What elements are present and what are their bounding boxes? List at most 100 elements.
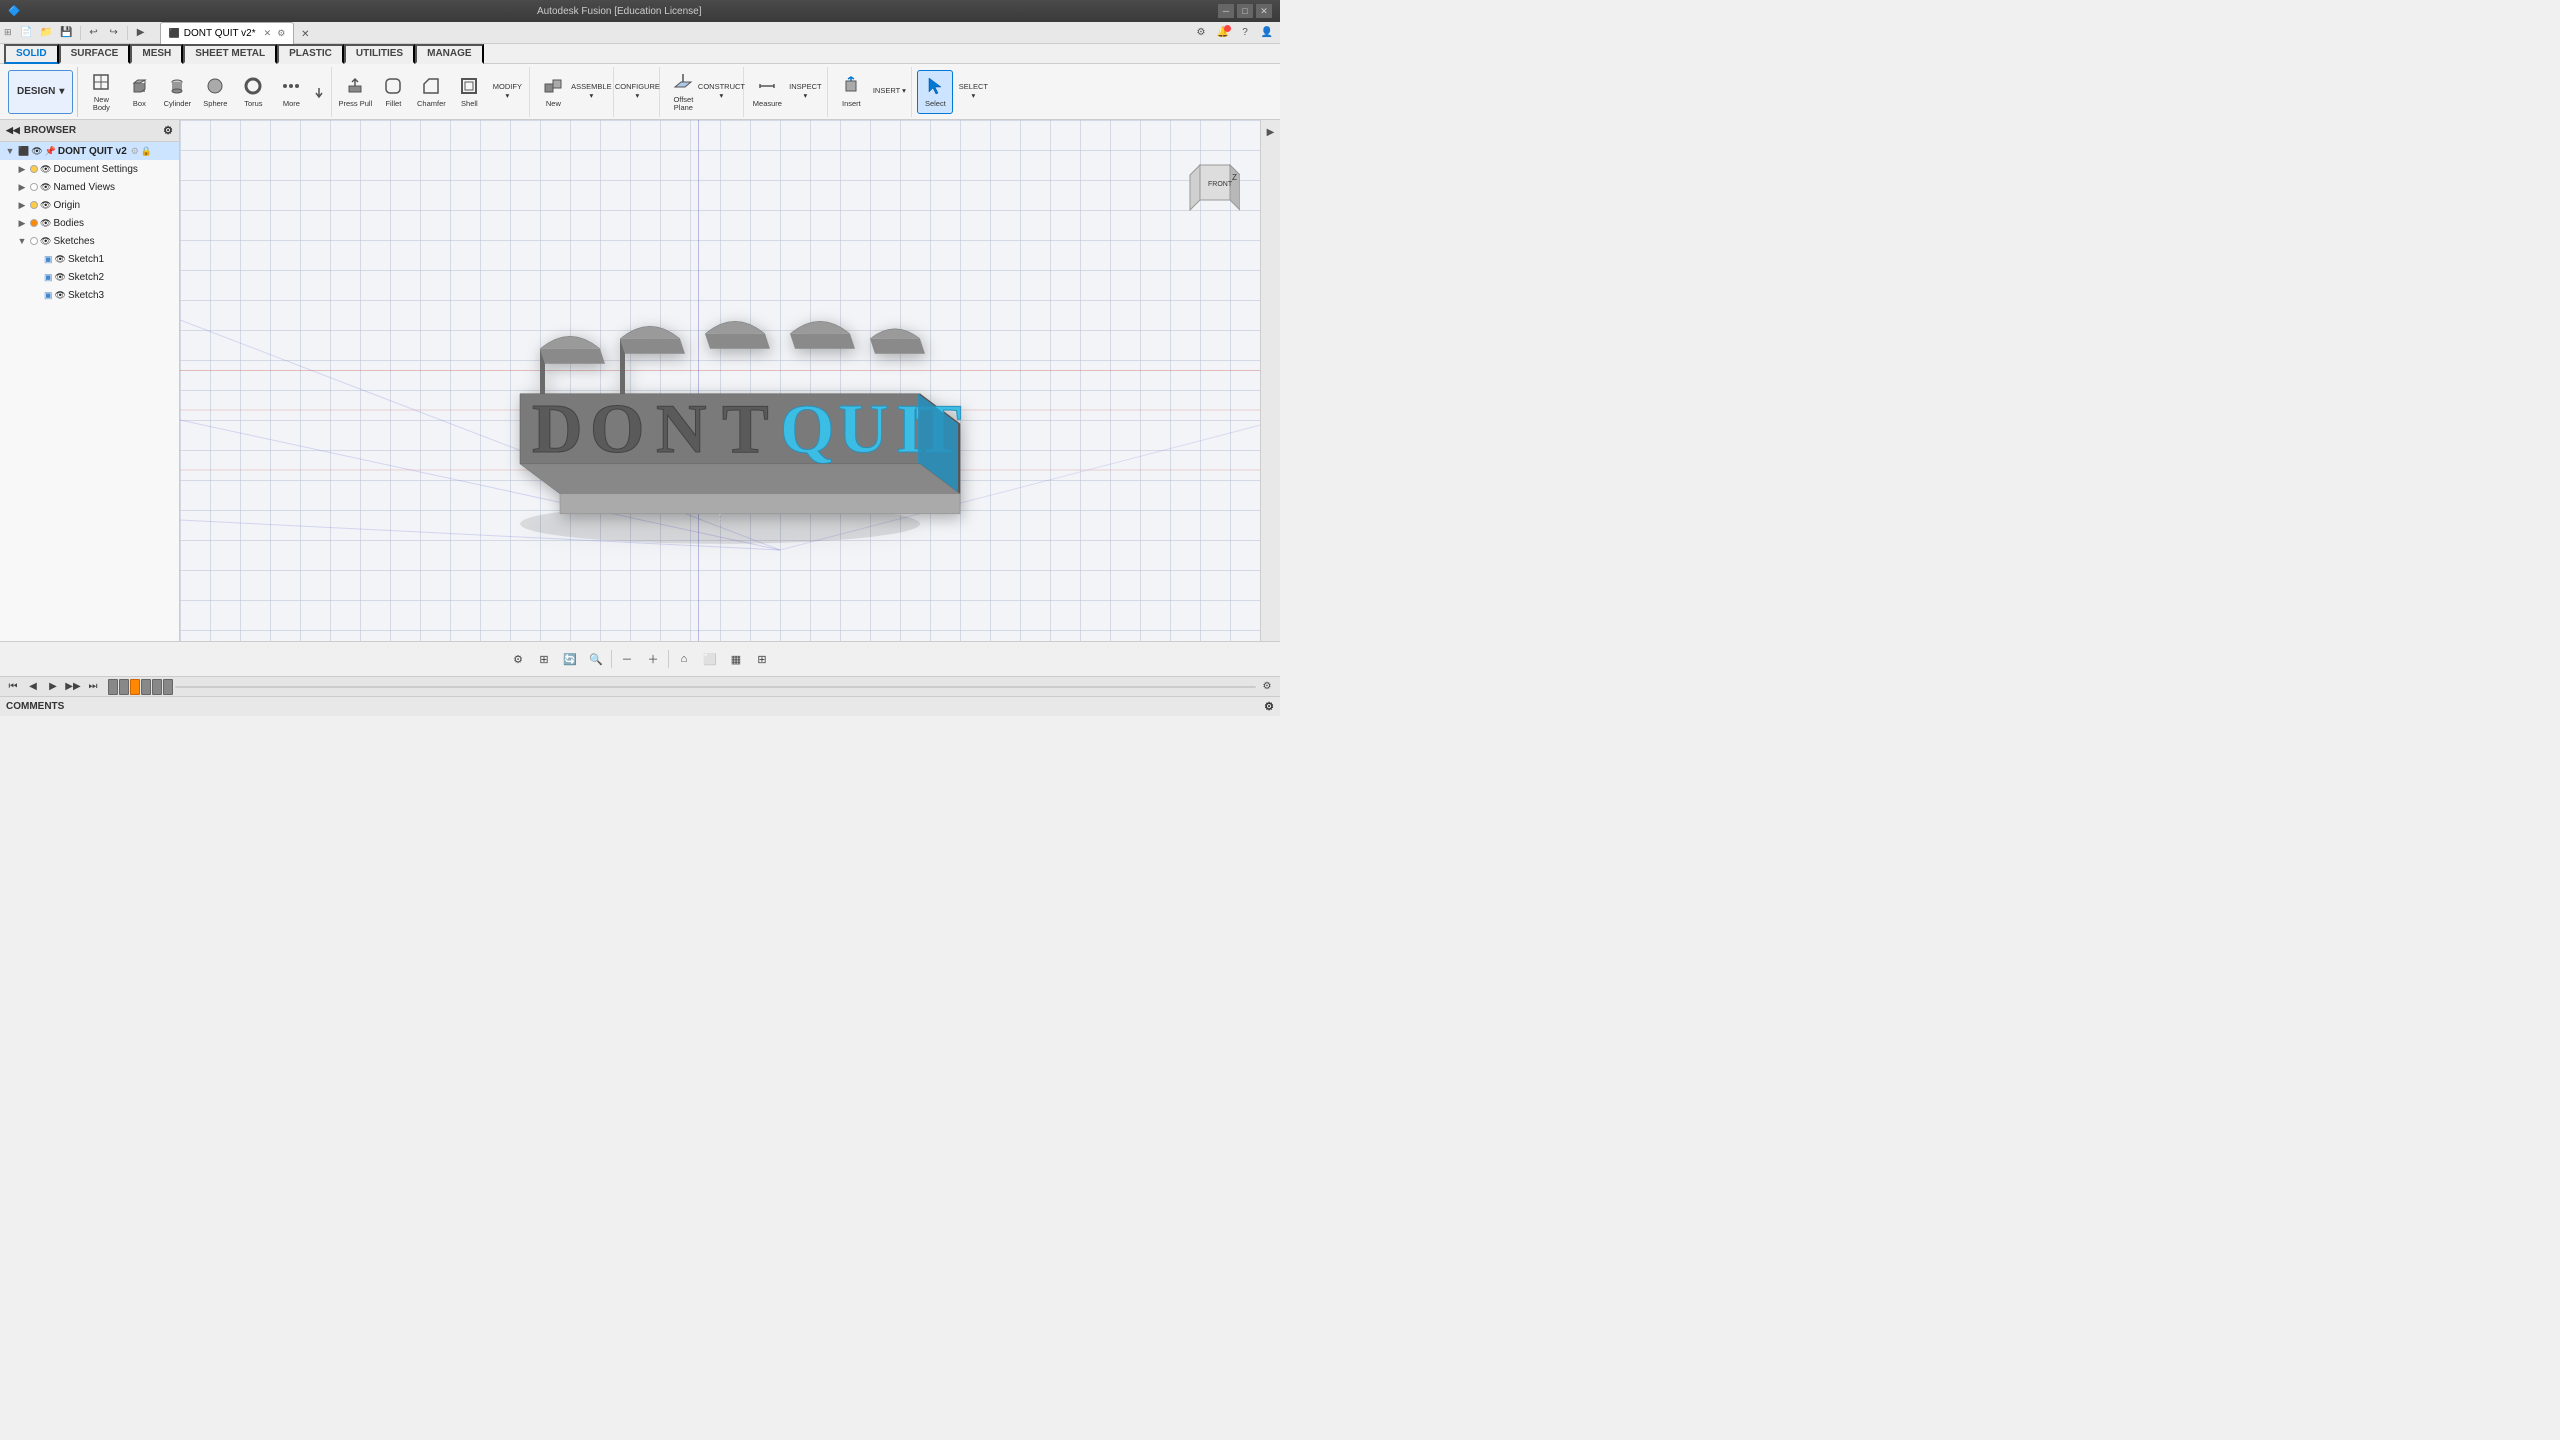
undo-button[interactable]: ↩ bbox=[85, 24, 103, 42]
inspect-measure-btn[interactable]: Measure bbox=[749, 70, 785, 114]
root-options-icon[interactable]: ⚙ bbox=[131, 146, 139, 157]
assemble-new-component[interactable]: New bbox=[535, 70, 571, 114]
timeline-rewind-btn[interactable]: ⏮ bbox=[4, 679, 22, 695]
timeline-track[interactable] bbox=[175, 686, 1256, 688]
comments-settings-icon[interactable]: ⚙ bbox=[1264, 700, 1274, 713]
zoom-out-btn[interactable]: － bbox=[616, 648, 638, 670]
assemble-dropdown[interactable]: ASSEMBLE ▾ bbox=[573, 70, 609, 114]
timeline-feature-3[interactable] bbox=[141, 679, 151, 695]
fillet-icon bbox=[381, 74, 405, 98]
select-btn[interactable]: Select bbox=[917, 70, 953, 114]
tree-item-sketches[interactable]: ▼ 👁 Sketches bbox=[0, 232, 179, 250]
new-button[interactable]: 📄 bbox=[18, 24, 36, 42]
tab-solid[interactable]: SOLID bbox=[4, 44, 59, 64]
modify-section: Press Pull Fillet Chamfer Shell MODIFY ▾ bbox=[333, 67, 530, 117]
create-box-btn[interactable]: Box bbox=[121, 70, 157, 114]
insert-insert-btn[interactable]: Insert bbox=[833, 70, 869, 114]
select-dropdown[interactable]: SELECT ▾ bbox=[955, 70, 991, 114]
minimize-button[interactable]: ─ bbox=[1218, 4, 1234, 18]
run-button[interactable]: ▶ bbox=[132, 24, 150, 42]
create-sphere-btn[interactable]: Sphere bbox=[197, 70, 233, 114]
new-tab-button[interactable]: ✕ bbox=[296, 26, 314, 44]
display-settings-btn[interactable]: ⚙ bbox=[507, 648, 529, 670]
help-icon[interactable]: ? bbox=[1236, 24, 1254, 42]
insert-dropdown[interactable]: INSERT ▾ bbox=[871, 70, 907, 114]
save-button[interactable]: 💾 bbox=[58, 24, 76, 42]
zoom-in-btn[interactable]: ＋ bbox=[642, 648, 664, 670]
inspect-dropdown[interactable]: INSPECT ▾ bbox=[787, 70, 823, 114]
collapse-browser-btn[interactable]: ◀◀ bbox=[6, 125, 20, 136]
expander-named-views[interactable]: ▶ bbox=[16, 182, 28, 193]
expander-sketches[interactable]: ▼ bbox=[16, 236, 28, 246]
zoom-btn[interactable]: 🔍 bbox=[585, 648, 607, 670]
3d-model[interactable]: D O N T Q U I T bbox=[460, 193, 980, 553]
tree-item-sketch3[interactable]: ▣ 👁 Sketch3 bbox=[0, 286, 179, 304]
visual-style-btn[interactable]: ⊞ bbox=[751, 648, 773, 670]
timeline-end-btn[interactable]: ⏭ bbox=[84, 679, 102, 695]
expander-root[interactable]: ▼ bbox=[4, 146, 16, 156]
browser-settings-icon[interactable]: ⚙ bbox=[163, 124, 173, 137]
tree-item-origin[interactable]: ▶ 👁 Origin bbox=[0, 196, 179, 214]
appearance-btn[interactable]: ▦ bbox=[725, 648, 747, 670]
timeline-feature-1[interactable] bbox=[108, 679, 118, 695]
timeline-step-fwd-btn[interactable]: ▶▶ bbox=[64, 679, 82, 695]
timeline-feature-current[interactable] bbox=[130, 679, 140, 695]
main-layout: ◀◀ BROWSER ⚙ ▼ ⬛ 👁 📌 DONT QUIT v2 ⚙ 🔒 ▶ … bbox=[0, 120, 1280, 641]
expander-bodies[interactable]: ▶ bbox=[16, 218, 28, 229]
expander-doc-settings[interactable]: ▶ bbox=[16, 164, 28, 175]
tab-surface[interactable]: SURFACE bbox=[59, 44, 131, 64]
view-fit-btn[interactable]: ⬜ bbox=[699, 648, 721, 670]
close-button[interactable]: ✕ bbox=[1256, 4, 1272, 18]
shell-btn[interactable]: Shell bbox=[451, 70, 487, 114]
tree-item-sketch1[interactable]: ▣ 👁 Sketch1 bbox=[0, 250, 179, 268]
timeline-play-btn[interactable]: ▶ bbox=[44, 679, 62, 695]
construct-dropdown[interactable]: CONSTRUCT ▾ bbox=[703, 70, 739, 114]
tab-plastic[interactable]: PLASTIC bbox=[277, 44, 344, 64]
open-button[interactable]: 📁 bbox=[38, 24, 56, 42]
timeline-feature-4[interactable] bbox=[152, 679, 162, 695]
view-home-btn[interactable]: ⌂ bbox=[673, 648, 695, 670]
configure-dropdown[interactable]: CONFIGURE ▾ bbox=[619, 70, 655, 114]
press-pull-btn[interactable]: Press Pull bbox=[337, 70, 373, 114]
construct-plane-btn[interactable]: Offset Plane bbox=[665, 70, 701, 114]
create-cylinder-btn[interactable]: Cylinder bbox=[159, 70, 195, 114]
viewport[interactable]: D O N T Q U I T bbox=[180, 120, 1260, 641]
document-tab[interactable]: ⬛ DONT QUIT v2* ✕ ⚙ bbox=[160, 22, 295, 44]
tab-utilities[interactable]: UTILITIES bbox=[344, 44, 415, 64]
tree-item-named-views[interactable]: ▶ 👁 Named Views bbox=[0, 178, 179, 196]
window-controls[interactable]: ─ □ ✕ bbox=[1218, 4, 1272, 18]
chamfer-btn[interactable]: Chamfer bbox=[413, 70, 449, 114]
modify-dropdown[interactable]: MODIFY ▾ bbox=[489, 70, 525, 114]
fillet-btn[interactable]: Fillet bbox=[375, 70, 411, 114]
right-panel-btn1[interactable]: ▶ bbox=[1263, 124, 1279, 140]
origin-color bbox=[30, 201, 38, 209]
create-dropdown-btn[interactable] bbox=[311, 70, 327, 114]
expander-origin[interactable]: ▶ bbox=[16, 200, 28, 211]
maximize-button[interactable]: □ bbox=[1237, 4, 1253, 18]
orbit-btn[interactable]: 🔄 bbox=[559, 648, 581, 670]
timeline-feature-5[interactable] bbox=[163, 679, 173, 695]
grid-settings-btn[interactable]: ⊞ bbox=[533, 648, 555, 670]
tab-sheet-metal[interactable]: SHEET METAL bbox=[183, 44, 277, 64]
settings-icon[interactable]: ⚙ bbox=[1192, 24, 1210, 42]
notifications-icon[interactable]: 🔔 bbox=[1214, 24, 1232, 42]
tree-item-doc-settings[interactable]: ▶ 👁 Document Settings bbox=[0, 160, 179, 178]
tab-close-icon[interactable]: ✕ bbox=[264, 28, 272, 39]
redo-button[interactable]: ↪ bbox=[105, 24, 123, 42]
tab-manage[interactable]: MANAGE bbox=[415, 44, 483, 64]
tree-item-bodies[interactable]: ▶ 👁 Bodies bbox=[0, 214, 179, 232]
tab-mesh[interactable]: MESH bbox=[130, 44, 183, 64]
create-more-btn[interactable]: More bbox=[273, 70, 309, 114]
tree-item-sketch2[interactable]: ▣ 👁 Sketch2 bbox=[0, 268, 179, 286]
user-icon[interactable]: 👤 bbox=[1258, 24, 1276, 42]
shell-icon bbox=[457, 74, 481, 98]
create-torus-btn[interactable]: Torus bbox=[235, 70, 271, 114]
timeline-step-back-btn[interactable]: ◀ bbox=[24, 679, 42, 695]
timeline-settings-btn[interactable]: ⚙ bbox=[1258, 679, 1276, 695]
timeline-feature-2[interactable] bbox=[119, 679, 129, 695]
root-visibility-icon[interactable]: 👁 bbox=[31, 146, 42, 157]
viewcube[interactable]: TOP FRONT Z bbox=[1180, 160, 1240, 220]
create-new-body-btn[interactable]: New Body bbox=[83, 70, 119, 114]
design-dropdown[interactable]: DESIGN ▾ bbox=[8, 70, 73, 114]
tree-item-root[interactable]: ▼ ⬛ 👁 📌 DONT QUIT v2 ⚙ 🔒 bbox=[0, 142, 179, 160]
